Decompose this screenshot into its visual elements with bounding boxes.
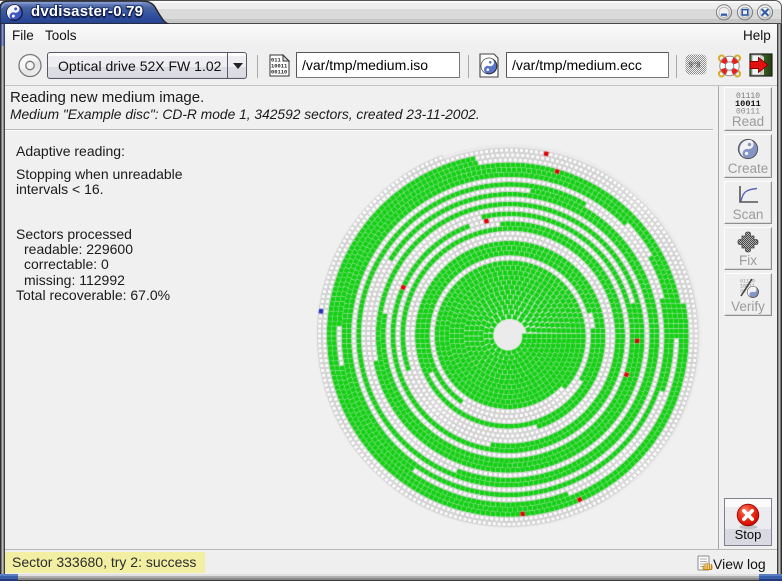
svg-text:9°8: 9°8: [689, 61, 702, 70]
svg-text:00110: 00110: [271, 70, 287, 76]
